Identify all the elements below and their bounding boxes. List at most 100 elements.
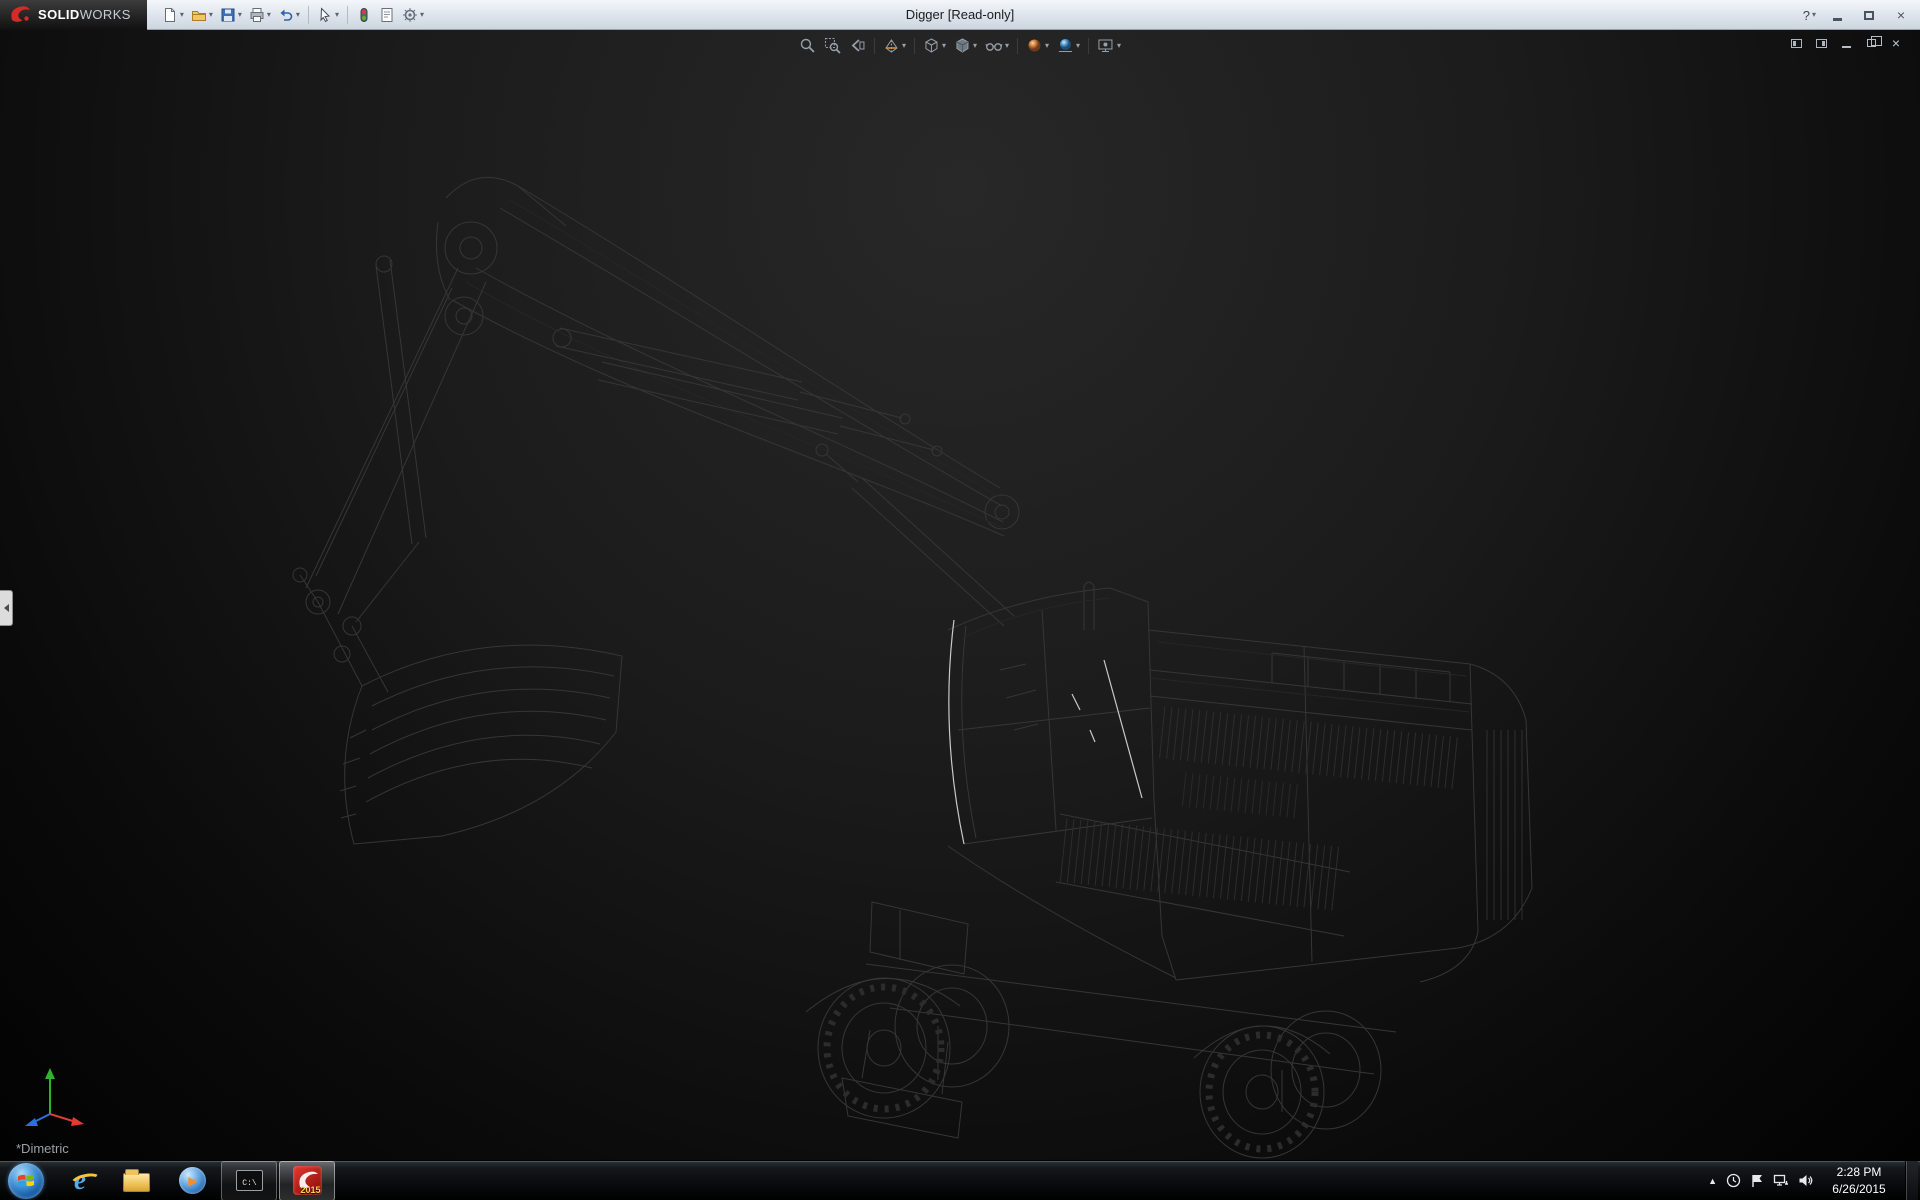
chevron-down-icon: ▾: [1812, 11, 1816, 19]
select-cursor-icon: [317, 7, 333, 23]
main-toolbar: ▾ ▾ ▾: [159, 4, 427, 26]
hide-show-items-glasses-icon: [985, 37, 1003, 54]
new-document-icon: [162, 7, 178, 23]
toolbar-separator: [1017, 38, 1018, 54]
logo-text: SOLIDWORKS: [38, 6, 131, 24]
pane-right-icon: [1816, 39, 1827, 48]
save-button[interactable]: ▾: [217, 4, 245, 26]
file-properties-button[interactable]: [376, 4, 398, 26]
taskbar-solidworks-button[interactable]: 2015: [279, 1161, 335, 1200]
hide-show-items-button[interactable]: ▾: [982, 34, 1012, 57]
zoom-to-area-button[interactable]: [821, 34, 844, 57]
close-icon: ×: [1892, 36, 1900, 50]
chevron-down-icon: ▾: [335, 11, 339, 19]
chevron-down-icon: ▾: [238, 11, 242, 19]
new-document-button[interactable]: ▾: [159, 4, 187, 26]
command-prompt-text: C:\: [242, 1179, 256, 1188]
apply-scene-sphere-icon: [1057, 37, 1074, 54]
zoom-to-fit-icon: [799, 37, 816, 54]
help-button[interactable]: ? ▾: [1803, 8, 1816, 23]
view-orientation-cube-icon: [923, 37, 940, 54]
rebuild-icon: [356, 7, 372, 23]
show-task-pane-button[interactable]: [1813, 36, 1829, 50]
orientation-triad: [18, 1060, 88, 1130]
edit-appearance-button[interactable]: ▾: [1023, 34, 1052, 57]
internet-explorer-icon: e: [74, 1167, 86, 1194]
section-view-icon: [883, 37, 900, 54]
options-gear-icon: [402, 7, 418, 23]
taskbar-command-prompt-button[interactable]: C:\: [221, 1161, 277, 1200]
open-document-button[interactable]: ▾: [188, 4, 216, 26]
panel-collapse-tab[interactable]: [0, 590, 13, 626]
minimize-icon: [1833, 18, 1842, 21]
apply-scene-button[interactable]: ▾: [1054, 34, 1083, 57]
taskbar-internet-explorer-button[interactable]: e: [52, 1161, 108, 1200]
print-icon: [249, 7, 265, 23]
show-feature-pane-button[interactable]: [1788, 36, 1804, 50]
maximize-window-button[interactable]: [1858, 7, 1880, 23]
action-center-button[interactable]: [1750, 1173, 1764, 1188]
start-button[interactable]: [0, 1161, 52, 1200]
show-hidden-icons-button[interactable]: ▲: [1708, 1176, 1717, 1186]
network-button[interactable]: [1773, 1173, 1789, 1188]
digger-wireframe-model: [0, 30, 1920, 1160]
taskbar-media-player-button[interactable]: ▶: [164, 1161, 220, 1200]
chevron-down-icon: ▾: [267, 11, 271, 19]
network-icon: [1773, 1173, 1789, 1188]
graphics-viewport[interactable]: ▾ ▾ ▾: [0, 30, 1920, 1160]
folder-icon: [123, 1173, 150, 1192]
display-style-button[interactable]: ▾: [951, 34, 980, 57]
view-settings-icon: [1097, 37, 1115, 54]
chevron-down-icon: ▾: [942, 42, 946, 50]
show-desktop-button[interactable]: [1905, 1161, 1918, 1200]
chevron-down-icon: ▾: [902, 42, 906, 50]
volume-icon: [1798, 1173, 1813, 1188]
action-center-flag-icon: [1750, 1173, 1764, 1188]
section-view-button[interactable]: ▾: [880, 34, 909, 57]
media-player-icon: ▶: [179, 1167, 206, 1194]
restore-document-button[interactable]: [1863, 36, 1879, 50]
chevron-down-icon: ▾: [420, 11, 424, 19]
zoom-to-fit-button[interactable]: [796, 34, 819, 57]
previous-view-button[interactable]: [846, 34, 869, 57]
tray-status-button[interactable]: [1726, 1173, 1741, 1188]
minimize-window-button[interactable]: [1826, 7, 1848, 23]
chevron-down-icon: ▾: [1045, 42, 1049, 50]
previous-view-icon: [849, 37, 866, 54]
view-orientation-button[interactable]: ▾: [920, 34, 949, 57]
document-window-controls: ×: [1788, 36, 1904, 50]
close-document-button[interactable]: ×: [1888, 36, 1904, 50]
chevron-down-icon: ▾: [1117, 42, 1121, 50]
undo-button[interactable]: ▾: [275, 4, 303, 26]
minimize-document-button[interactable]: [1838, 36, 1854, 50]
logo-text-works: WORKS: [80, 7, 131, 22]
toolbar-separator: [1088, 38, 1089, 54]
help-icon: ?: [1803, 8, 1810, 23]
options-button[interactable]: ▾: [399, 4, 427, 26]
solidworks-app-icon: 2015: [293, 1166, 322, 1195]
print-button[interactable]: ▾: [246, 4, 274, 26]
chevron-down-icon: ▾: [973, 42, 977, 50]
maximize-icon: [1864, 11, 1874, 20]
titlebar: SOLIDWORKS ▾ ▾: [0, 0, 1920, 30]
file-properties-icon: [379, 7, 395, 23]
chevron-down-icon: ▾: [209, 11, 213, 19]
view-settings-button[interactable]: ▾: [1094, 34, 1124, 57]
save-icon: [220, 7, 236, 23]
taskbar-clock[interactable]: 2:28 PM 6/26/2015: [1822, 1164, 1896, 1196]
toolbar-separator: [874, 38, 875, 54]
solidworks-logo-icon: [8, 3, 32, 27]
play-icon: ▶: [188, 1175, 197, 1187]
solidworks-version-badge: 2015: [300, 1185, 320, 1195]
clock-status-icon: [1726, 1173, 1741, 1188]
toolbar-separator: [347, 6, 348, 24]
clock-time: 2:28 PM: [1826, 1164, 1892, 1180]
volume-button[interactable]: [1798, 1173, 1813, 1188]
select-button[interactable]: ▾: [314, 4, 342, 26]
restore-icon: [1867, 39, 1876, 47]
close-window-button[interactable]: ×: [1890, 7, 1912, 23]
rebuild-button[interactable]: [353, 4, 375, 26]
chevron-down-icon: ▾: [1076, 42, 1080, 50]
command-prompt-icon: C:\: [236, 1170, 263, 1191]
taskbar-explorer-button[interactable]: [108, 1161, 164, 1200]
